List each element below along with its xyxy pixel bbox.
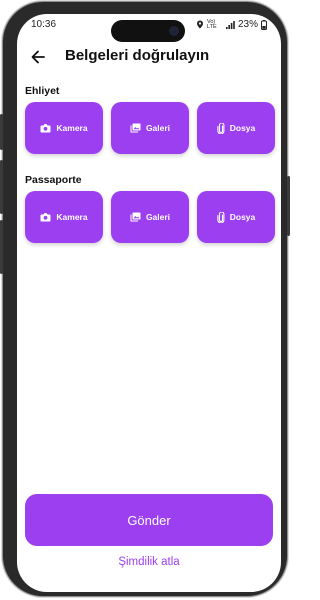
gallery-button[interactable]: Galeri <box>111 102 189 154</box>
file-button[interactable]: Dosya <box>197 102 275 154</box>
page-title: Belgeleri doğrulayın <box>65 47 210 64</box>
gallery-button-label: Galeri <box>145 123 171 133</box>
signal-icon <box>225 20 235 29</box>
section-label-passaporte: Passaporte <box>25 174 82 186</box>
camera-cutout <box>111 20 185 42</box>
gallery-button[interactable]: Galeri <box>111 191 189 243</box>
upload-options-passaporte: Kamera Galeri Dosya <box>25 191 275 243</box>
device-side-button <box>0 114 3 150</box>
device-side-button <box>0 220 3 274</box>
file-button-label: Dosya <box>229 212 256 222</box>
camera-button[interactable]: Kamera <box>25 191 103 243</box>
status-icons: Vo) LTE 23% <box>196 19 267 30</box>
gallery-icon <box>130 123 141 133</box>
file-button[interactable]: Dosya <box>197 191 275 243</box>
status-time: 10:36 <box>31 19 57 30</box>
arrow-left-icon <box>31 50 45 64</box>
device-frame: 10:36 Vo) LTE 23% Belgeleri doğrulayın E… <box>0 2 290 596</box>
device-side-button <box>0 160 3 214</box>
section-label-ehliyet: Ehliyet <box>25 85 60 97</box>
camera-icon <box>40 124 51 133</box>
battery-icon <box>261 19 267 30</box>
network-label: Vo) LTE <box>206 18 217 30</box>
camera-icon <box>40 213 51 222</box>
app-screen: 10:36 Vo) LTE 23% Belgeleri doğrulayın E… <box>17 14 281 592</box>
paperclip-icon <box>217 211 225 223</box>
battery-percent: 23% <box>237 19 258 30</box>
camera-lens <box>169 26 179 36</box>
camera-button-label: Kamera <box>56 123 88 133</box>
device-power-button <box>287 176 290 236</box>
gallery-button-label: Galeri <box>145 212 171 222</box>
gallery-icon <box>130 212 141 222</box>
skip-link[interactable]: Şimdilik atla <box>17 556 281 568</box>
location-icon <box>196 20 203 29</box>
file-button-label: Dosya <box>229 123 256 133</box>
paperclip-icon <box>217 122 225 134</box>
camera-button-label: Kamera <box>56 212 88 222</box>
submit-button[interactable]: Gönder <box>25 494 273 546</box>
back-button[interactable] <box>27 46 49 68</box>
upload-options-ehliyet: Kamera Galeri Dosya <box>25 102 275 154</box>
camera-button[interactable]: Kamera <box>25 102 103 154</box>
app-header: Belgeleri doğrulayın <box>17 44 281 70</box>
